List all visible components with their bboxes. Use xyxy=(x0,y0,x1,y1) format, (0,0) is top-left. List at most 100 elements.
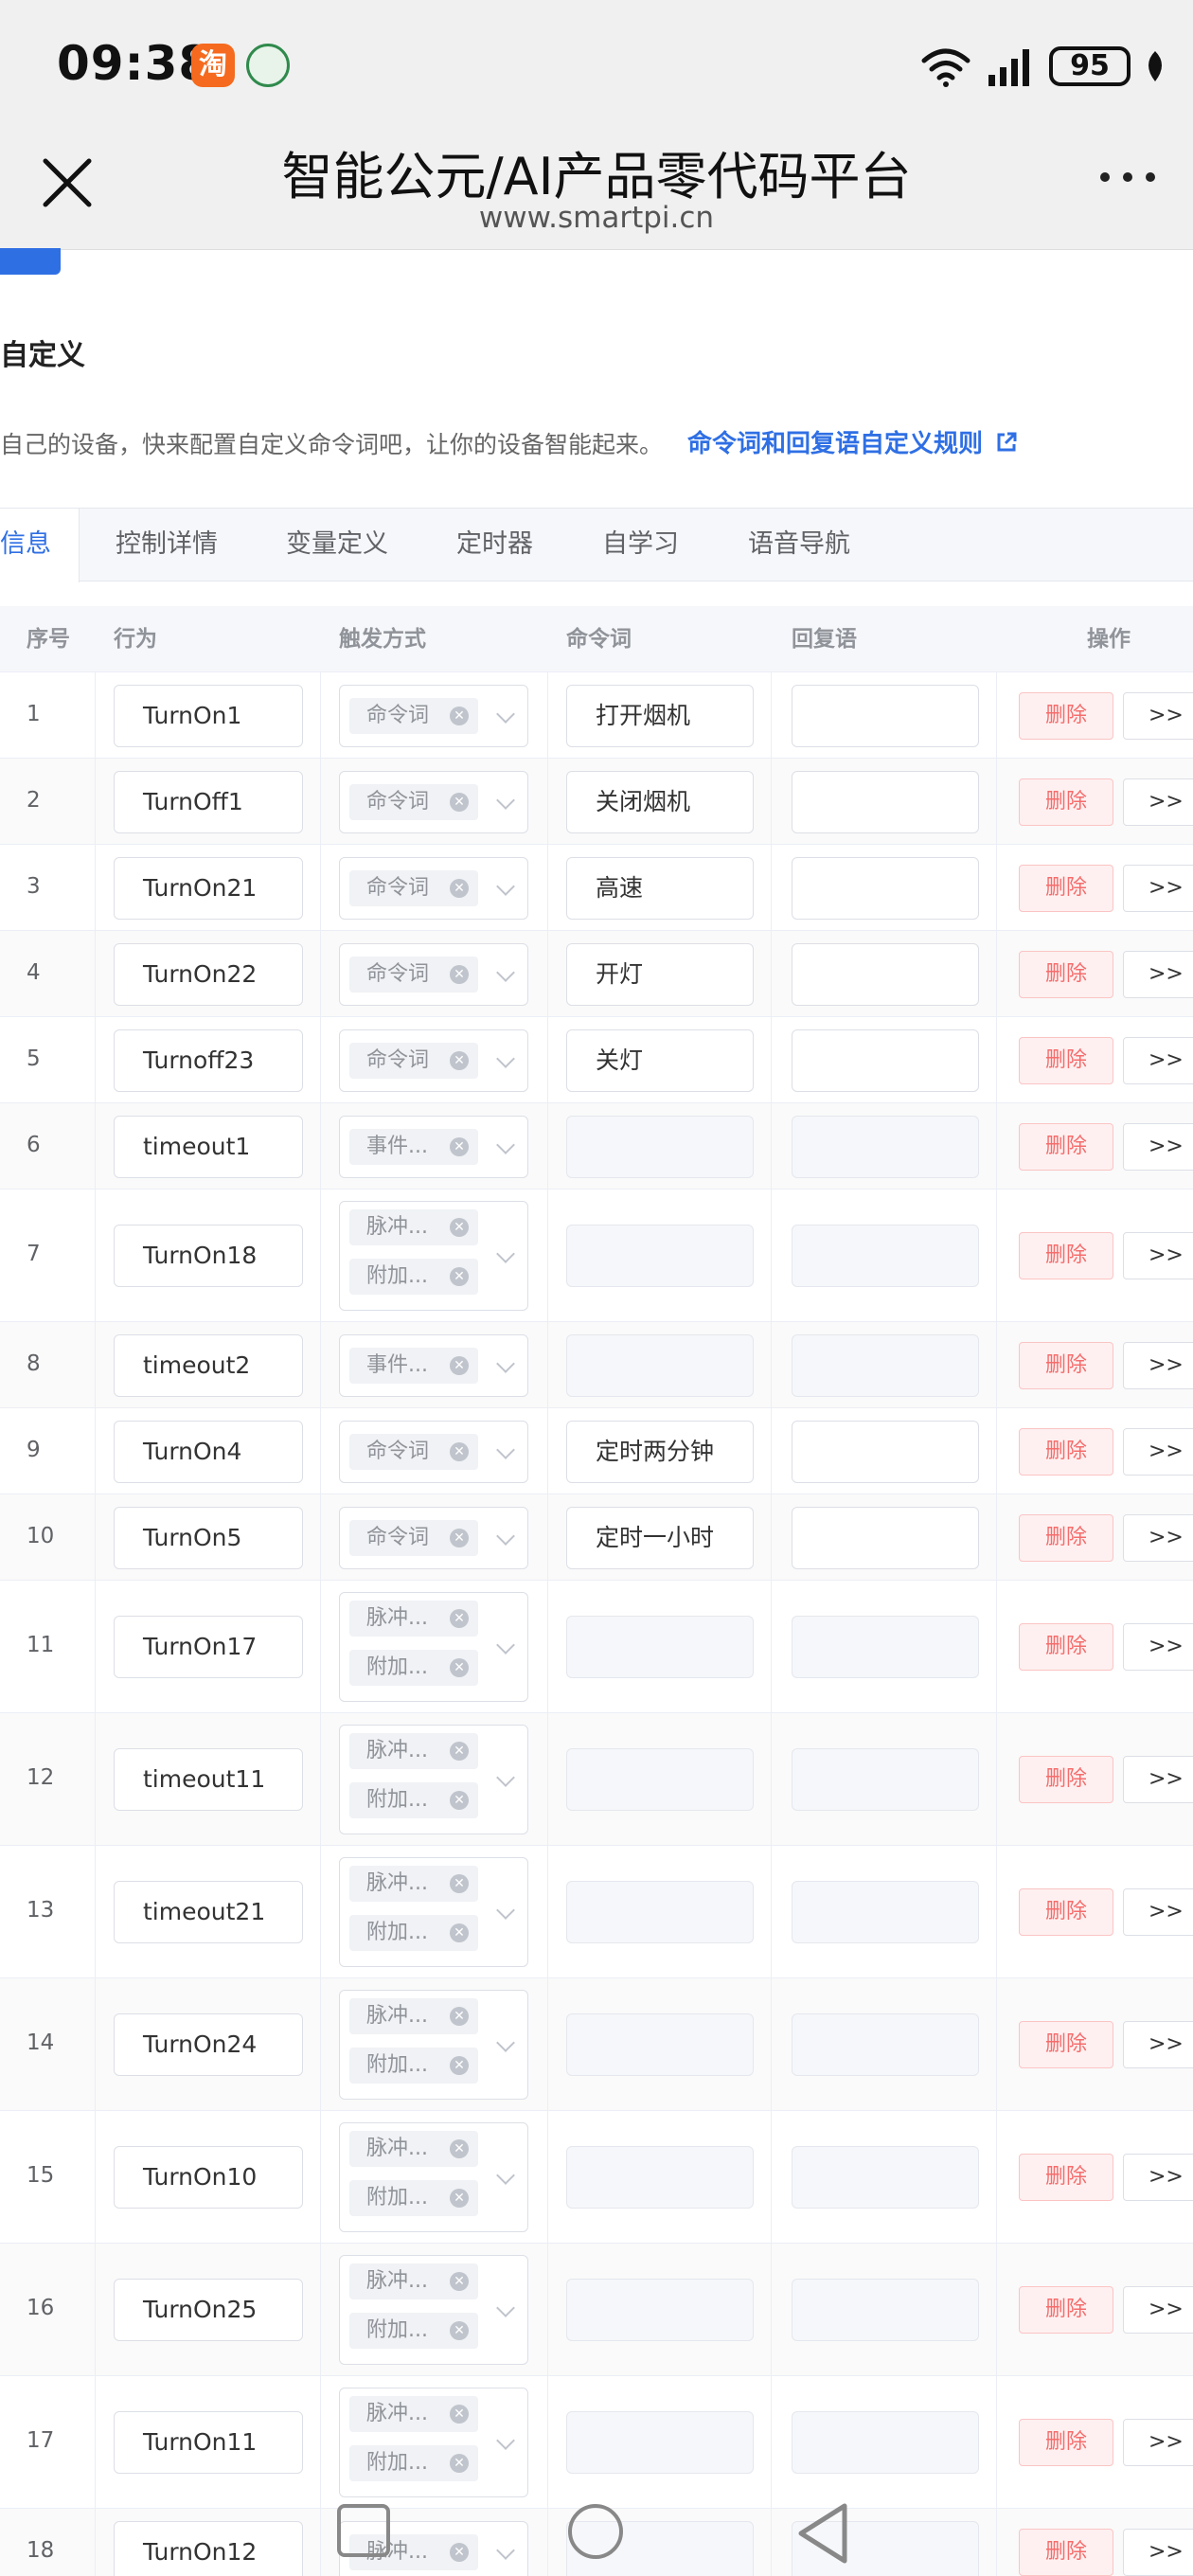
trigger-select[interactable]: 命令词 ✕ xyxy=(339,1029,528,1092)
tag-close-icon[interactable]: ✕ xyxy=(450,1742,469,1761)
tag-close-icon[interactable]: ✕ xyxy=(450,1218,469,1237)
delete-button[interactable]: 删除 xyxy=(1019,1513,1113,1562)
delete-button[interactable]: 删除 xyxy=(1019,2286,1113,2334)
command-input[interactable]: 关闭烟机 xyxy=(566,770,754,833)
tag-close-icon[interactable]: ✕ xyxy=(450,792,469,812)
trigger-select[interactable]: 命令词 ✕ xyxy=(339,684,528,747)
tag-close-icon[interactable]: ✕ xyxy=(450,1050,469,1070)
action-input[interactable]: timeout2 xyxy=(114,1333,303,1397)
action-input[interactable]: TurnOn25 xyxy=(114,2279,303,2341)
trigger-select[interactable]: 事件... ✕ xyxy=(339,1115,528,1178)
action-input[interactable]: TurnOn21 xyxy=(114,856,303,920)
expand-button[interactable]: >> xyxy=(1123,2419,1193,2466)
tag-close-icon[interactable]: ✕ xyxy=(450,964,469,984)
tag-close-icon[interactable]: ✕ xyxy=(450,1609,469,1628)
tag-close-icon[interactable]: ✕ xyxy=(450,706,469,725)
trigger-select[interactable]: 命令词 ✕ xyxy=(339,1420,528,1483)
tab-variable-definition[interactable]: 变量定义 xyxy=(286,509,388,581)
tag-close-icon[interactable]: ✕ xyxy=(450,1136,469,1156)
delete-button[interactable]: 删除 xyxy=(1019,864,1113,912)
primary-button-partial[interactable] xyxy=(0,248,61,275)
tag-close-icon[interactable]: ✕ xyxy=(450,2405,469,2424)
tag-close-icon[interactable]: ✕ xyxy=(450,2056,469,2075)
tag-close-icon[interactable]: ✕ xyxy=(450,2189,469,2208)
tag-close-icon[interactable]: ✕ xyxy=(450,1267,469,1286)
reply-input[interactable] xyxy=(792,684,979,747)
trigger-select[interactable]: 脉冲... ✕ 附加... ✕ xyxy=(339,2122,528,2232)
expand-button[interactable]: >> xyxy=(1123,1888,1193,1936)
tag-close-icon[interactable]: ✕ xyxy=(450,1791,469,1810)
tag-close-icon[interactable]: ✕ xyxy=(450,1441,469,1461)
expand-button[interactable]: >> xyxy=(1123,691,1193,740)
command-input[interactable]: 定时一小时 xyxy=(566,1506,754,1569)
tab-timer[interactable]: 定时器 xyxy=(456,509,533,581)
home-icon[interactable] xyxy=(568,2504,623,2559)
reply-input[interactable] xyxy=(792,1420,979,1483)
action-input[interactable]: TurnOn22 xyxy=(114,942,303,1006)
action-input[interactable]: TurnOff1 xyxy=(114,770,303,833)
tag-close-icon[interactable]: ✕ xyxy=(450,1923,469,1942)
delete-button[interactable]: 删除 xyxy=(1019,2021,1113,2068)
delete-button[interactable]: 删除 xyxy=(1019,1341,1113,1389)
tag-close-icon[interactable]: ✕ xyxy=(450,1874,469,1893)
tag-close-icon[interactable]: ✕ xyxy=(450,2272,469,2291)
reply-input[interactable] xyxy=(792,770,979,833)
reply-input[interactable] xyxy=(792,1029,979,1092)
reply-input[interactable] xyxy=(792,1506,979,1569)
expand-button[interactable]: >> xyxy=(1123,1232,1193,1279)
trigger-select[interactable]: 命令词 ✕ xyxy=(339,770,528,833)
action-input[interactable]: TurnOn5 xyxy=(114,1506,303,1569)
tag-close-icon[interactable]: ✕ xyxy=(450,2139,469,2158)
delete-button[interactable]: 删除 xyxy=(1019,2154,1113,2201)
action-input[interactable]: TurnOn17 xyxy=(114,1616,303,1678)
action-input[interactable]: timeout11 xyxy=(114,1748,303,1811)
reply-input[interactable] xyxy=(792,942,979,1006)
more-icon[interactable] xyxy=(1100,172,1155,182)
command-input[interactable]: 高速 xyxy=(566,856,754,920)
expand-button[interactable]: >> xyxy=(1123,1427,1193,1476)
action-input[interactable]: TurnOn10 xyxy=(114,2146,303,2209)
trigger-select[interactable]: 脉冲... ✕ 附加... ✕ xyxy=(339,1725,528,1834)
tab-info[interactable]: 信息 xyxy=(0,509,80,582)
expand-button[interactable]: >> xyxy=(1123,864,1193,912)
expand-button[interactable]: >> xyxy=(1123,1122,1193,1171)
recent-apps-icon[interactable] xyxy=(337,2504,390,2557)
command-input[interactable]: 定时两分钟 xyxy=(566,1420,754,1483)
tab-voice-navigation[interactable]: 语音导航 xyxy=(748,509,850,581)
reply-input[interactable] xyxy=(792,856,979,920)
trigger-select[interactable]: 事件... ✕ xyxy=(339,1333,528,1397)
rules-link[interactable]: 命令词和回复语自定义规则 xyxy=(687,424,1017,459)
tag-close-icon[interactable]: ✕ xyxy=(450,878,469,898)
delete-button[interactable]: 删除 xyxy=(1019,778,1113,826)
delete-button[interactable]: 删除 xyxy=(1019,1888,1113,1936)
expand-button[interactable]: >> xyxy=(1123,2021,1193,2068)
action-input[interactable]: TurnOn24 xyxy=(114,2013,303,2076)
expand-button[interactable]: >> xyxy=(1123,2154,1193,2201)
trigger-select[interactable]: 脉冲... ✕ 附加... ✕ xyxy=(339,1857,528,1967)
action-input[interactable]: TurnOn4 xyxy=(114,1420,303,1483)
delete-button[interactable]: 删除 xyxy=(1019,1122,1113,1171)
tab-control-details[interactable]: 控制详情 xyxy=(116,509,218,581)
trigger-select[interactable]: 命令词 ✕ xyxy=(339,856,528,920)
delete-button[interactable]: 删除 xyxy=(1019,1623,1113,1671)
expand-button[interactable]: >> xyxy=(1123,1341,1193,1389)
tag-close-icon[interactable]: ✕ xyxy=(450,1528,469,1547)
trigger-select[interactable]: 脉冲... ✕ 附加... ✕ xyxy=(339,1990,528,2100)
tag-close-icon[interactable]: ✕ xyxy=(450,2007,469,2026)
action-input[interactable]: timeout21 xyxy=(114,1881,303,1943)
tag-close-icon[interactable]: ✕ xyxy=(450,2321,469,2340)
tag-close-icon[interactable]: ✕ xyxy=(450,2454,469,2473)
action-input[interactable]: Turnoff23 xyxy=(114,1029,303,1092)
action-input[interactable]: TurnOn11 xyxy=(114,2411,303,2474)
command-input[interactable]: 开灯 xyxy=(566,942,754,1006)
trigger-select[interactable]: 脉冲... ✕ 附加... ✕ xyxy=(339,1592,528,1702)
delete-button[interactable]: 删除 xyxy=(1019,1232,1113,1279)
delete-button[interactable]: 删除 xyxy=(1019,1036,1113,1084)
expand-button[interactable]: >> xyxy=(1123,778,1193,826)
back-icon[interactable] xyxy=(795,2502,852,2565)
trigger-select[interactable]: 命令词 ✕ xyxy=(339,1506,528,1569)
trigger-select[interactable]: 命令词 ✕ xyxy=(339,942,528,1006)
delete-button[interactable]: 删除 xyxy=(1019,2419,1113,2466)
action-input[interactable]: TurnOn1 xyxy=(114,684,303,747)
expand-button[interactable]: >> xyxy=(1123,1623,1193,1671)
